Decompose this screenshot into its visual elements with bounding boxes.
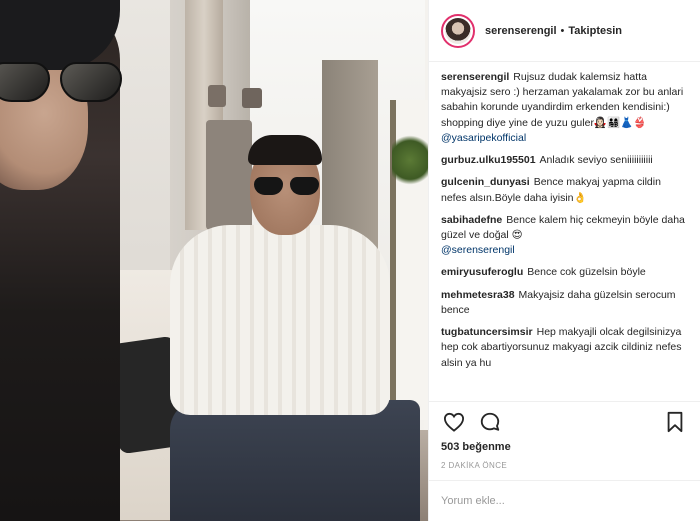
photo-man-sunglasses bbox=[254, 177, 320, 197]
comment-text: Bence cok güzelsin böyle bbox=[527, 266, 646, 279]
comment-item: gurbuz.ulku195501 Anladık seviyo seniiiii… bbox=[441, 153, 688, 168]
photo-man-sweater bbox=[170, 225, 390, 415]
comment-username[interactable]: gurbuz.ulku195501 bbox=[441, 154, 536, 166]
comment-username[interactable]: gulcenin_dunyasi bbox=[441, 176, 530, 188]
comment-item: tugbatuncersimsir Hep makyajli olcak degi… bbox=[441, 325, 688, 371]
comment-text: Anladık seviyo seniiiiiiiiiii bbox=[539, 154, 653, 167]
like-count[interactable]: 503 beğenme bbox=[429, 441, 700, 459]
comment-username[interactable]: serenserengil bbox=[441, 71, 509, 83]
photo-lamp bbox=[208, 85, 226, 107]
comment-username[interactable]: emiryusuferoglu bbox=[441, 266, 523, 278]
post-timestamp: 2 DAKİKA ÖNCE bbox=[429, 459, 700, 481]
bookmark-icon bbox=[667, 411, 683, 432]
save-button[interactable] bbox=[662, 409, 688, 435]
photo-man bbox=[170, 135, 420, 521]
comment-item: emiryusuferoglu Bence cok güzelsin böyle bbox=[441, 265, 688, 280]
post-photo[interactable] bbox=[0, 0, 428, 521]
comment-mention[interactable]: @serenserengil bbox=[441, 243, 688, 258]
header-username[interactable]: serenserengil bbox=[485, 25, 557, 37]
post-header: serenserengil • Takiptesin bbox=[429, 0, 700, 62]
comment-mention[interactable]: @yasaripekofficial bbox=[441, 132, 526, 144]
instagram-post: serenserengil • Takiptesin serenserengil… bbox=[0, 0, 700, 521]
comment-composer bbox=[429, 481, 700, 521]
comment-username[interactable]: tugbatuncersimsir bbox=[441, 326, 533, 338]
header-separator: • bbox=[560, 24, 565, 37]
avatar-image bbox=[445, 17, 471, 44]
comment-icon bbox=[480, 412, 500, 431]
photo-woman-cap bbox=[0, 0, 120, 70]
photo-woman-sunglasses bbox=[0, 62, 128, 104]
post-sidebar: serenserengil • Takiptesin serenserengil… bbox=[428, 0, 700, 521]
photo-man-jeans bbox=[170, 400, 420, 521]
comment-username[interactable]: sabihadefne bbox=[441, 214, 502, 226]
action-bar bbox=[429, 401, 700, 441]
comment-item: serenserengil Rujsuz dudak kalemsiz hatta… bbox=[441, 70, 688, 146]
comment-username[interactable]: mehmetesra38 bbox=[441, 289, 515, 301]
photo-lamp bbox=[242, 88, 262, 108]
comment-item: sabihadefne Bence kalem hiç cekmeyin böyl… bbox=[441, 213, 688, 259]
comment-item: gulcenin_dunyasi Bence makyaj yapma cildi… bbox=[441, 175, 688, 205]
comment-input[interactable] bbox=[441, 495, 688, 507]
photo-man-hair bbox=[248, 135, 322, 165]
photo-woman bbox=[0, 0, 122, 521]
like-button[interactable] bbox=[441, 409, 467, 435]
comment-button[interactable] bbox=[477, 409, 503, 435]
follow-status-button[interactable]: Takiptesin bbox=[568, 25, 622, 37]
comment-item: mehmetesra38 Makyajsiz daha güzelsin sero… bbox=[441, 288, 688, 318]
heart-icon bbox=[443, 412, 465, 432]
comment-list[interactable]: serenserengil Rujsuz dudak kalemsiz hatta… bbox=[429, 62, 700, 401]
avatar[interactable] bbox=[441, 13, 475, 48]
